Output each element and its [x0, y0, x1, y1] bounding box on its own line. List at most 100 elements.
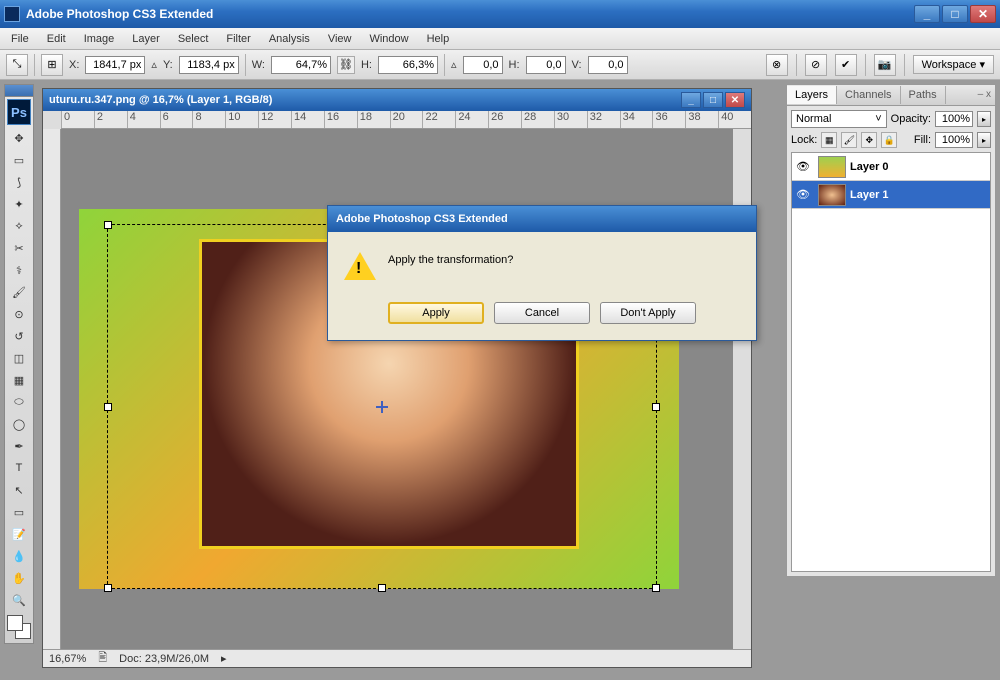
- menu-filter[interactable]: Filter: [217, 30, 259, 48]
- crop-tool[interactable]: ⟡: [5, 215, 33, 237]
- transform-tool-icon[interactable]: ⤡: [6, 54, 28, 76]
- tab-paths[interactable]: Paths: [901, 86, 946, 104]
- status-flyout-icon[interactable]: ▸: [221, 652, 227, 665]
- opacity-flyout-icon[interactable]: ▸: [977, 111, 991, 127]
- opacity-input[interactable]: [935, 111, 973, 127]
- fill-input[interactable]: [935, 132, 973, 148]
- horizontal-ruler[interactable]: 0246810121416182022242628303234363840: [61, 111, 751, 129]
- w-input[interactable]: [271, 56, 331, 74]
- panels-dock: Layers Channels Paths – x Normal˅ Opacit…: [786, 84, 996, 577]
- vskew-input[interactable]: [588, 56, 628, 74]
- window-minimize-button[interactable]: _: [914, 5, 940, 23]
- type-tool[interactable]: T: [5, 457, 33, 479]
- color-swatch[interactable]: [7, 615, 31, 639]
- slice-tool[interactable]: ✂: [5, 237, 33, 259]
- healing-tool[interactable]: ⚕: [5, 259, 33, 281]
- layer-name[interactable]: Layer 1: [850, 189, 990, 201]
- lock-transparent-icon[interactable]: ▦: [821, 132, 837, 148]
- transform-handle-ml[interactable]: [104, 403, 112, 411]
- cancel-transform-icon[interactable]: ⊘: [805, 54, 827, 76]
- layer-name[interactable]: Layer 0: [850, 161, 990, 173]
- lock-all-icon[interactable]: 🔒: [881, 132, 897, 148]
- hskew-input[interactable]: [526, 56, 566, 74]
- rotate-input[interactable]: [463, 56, 503, 74]
- brush-tool[interactable]: 🖌: [5, 281, 33, 303]
- menu-help[interactable]: Help: [418, 30, 459, 48]
- eraser-tool[interactable]: ◫: [5, 347, 33, 369]
- aspect-link-icon[interactable]: ⛓: [337, 56, 355, 74]
- lock-move-icon[interactable]: ✥: [861, 132, 877, 148]
- gradient-tool[interactable]: ▦: [5, 369, 33, 391]
- layer-row[interactable]: 👁 Layer 1: [792, 181, 990, 209]
- lock-paint-icon[interactable]: 🖌: [841, 132, 857, 148]
- history-brush-tool[interactable]: ↺: [5, 325, 33, 347]
- dont-apply-button[interactable]: Don't Apply: [600, 302, 696, 324]
- menu-select[interactable]: Select: [169, 30, 218, 48]
- separator: [34, 54, 35, 76]
- layer-thumbnail[interactable]: [818, 156, 846, 178]
- y-input[interactable]: [179, 56, 239, 74]
- panel-close-icon[interactable]: – x: [978, 89, 991, 100]
- tab-channels[interactable]: Channels: [837, 86, 900, 104]
- shape-tool[interactable]: ▭: [5, 501, 33, 523]
- doc-minimize-button[interactable]: _: [681, 92, 701, 108]
- fill-flyout-icon[interactable]: ▸: [977, 132, 991, 148]
- separator: [865, 54, 866, 76]
- move-tool[interactable]: ✥: [5, 127, 33, 149]
- window-close-button[interactable]: ✕: [970, 5, 996, 23]
- w-label: W:: [252, 59, 265, 71]
- menu-image[interactable]: Image: [75, 30, 124, 48]
- x-input[interactable]: [85, 56, 145, 74]
- reference-point-icon[interactable]: ⊞: [41, 54, 63, 76]
- hand-tool[interactable]: ✋: [5, 567, 33, 589]
- pen-tool[interactable]: ✒: [5, 435, 33, 457]
- doc-maximize-button[interactable]: □: [703, 92, 723, 108]
- visibility-icon[interactable]: 👁: [792, 188, 814, 201]
- workspace-button[interactable]: Workspace ▾: [913, 55, 994, 74]
- layer-row[interactable]: 👁 Layer 0: [792, 153, 990, 181]
- status-info-icon[interactable]: 🖹: [98, 649, 107, 668]
- transform-handle-bl[interactable]: [104, 584, 112, 592]
- menu-view[interactable]: View: [319, 30, 361, 48]
- dodge-tool[interactable]: ◯: [5, 413, 33, 435]
- lasso-tool[interactable]: ⟆: [5, 171, 33, 193]
- h-input[interactable]: [378, 56, 438, 74]
- wand-tool[interactable]: ✦: [5, 193, 33, 215]
- document-titlebar[interactable]: uturu.ru.347.png @ 16,7% (Layer 1, RGB/8…: [43, 89, 751, 111]
- toolbox-handle[interactable]: [5, 85, 33, 97]
- tab-layers[interactable]: Layers: [787, 86, 837, 104]
- menubar: File Edit Image Layer Select Filter Anal…: [0, 28, 1000, 50]
- cancel-button[interactable]: Cancel: [494, 302, 590, 324]
- stamp-tool[interactable]: ⊙: [5, 303, 33, 325]
- menu-edit[interactable]: Edit: [38, 30, 75, 48]
- transform-handle-mr[interactable]: [652, 403, 660, 411]
- apply-button[interactable]: Apply: [388, 302, 484, 324]
- blend-mode-select[interactable]: Normal˅: [791, 110, 887, 128]
- status-zoom[interactable]: 16,67%: [49, 653, 86, 665]
- menu-analysis[interactable]: Analysis: [260, 30, 319, 48]
- doc-close-button[interactable]: ✕: [725, 92, 745, 108]
- menu-file[interactable]: File: [2, 30, 38, 48]
- zoom-tool[interactable]: 🔍: [5, 589, 33, 611]
- path-select-tool[interactable]: ↖: [5, 479, 33, 501]
- transform-center-point[interactable]: [376, 401, 384, 409]
- eyedropper-tool[interactable]: 💧: [5, 545, 33, 567]
- visibility-icon[interactable]: 👁: [792, 160, 814, 173]
- menu-layer[interactable]: Layer: [123, 30, 169, 48]
- bridge-icon[interactable]: 📷: [874, 54, 896, 76]
- commit-transform-icon[interactable]: ✔: [835, 54, 857, 76]
- warp-mode-icon[interactable]: ⊗: [766, 54, 788, 76]
- transform-handle-br[interactable]: [652, 584, 660, 592]
- document-window: uturu.ru.347.png @ 16,7% (Layer 1, RGB/8…: [42, 88, 752, 668]
- marquee-tool[interactable]: ▭: [5, 149, 33, 171]
- layer-thumbnail[interactable]: [818, 184, 846, 206]
- window-maximize-button[interactable]: □: [942, 5, 968, 23]
- transform-handle-tl[interactable]: [104, 221, 112, 229]
- menu-window[interactable]: Window: [360, 30, 417, 48]
- dialog-titlebar[interactable]: Adobe Photoshop CS3 Extended: [328, 206, 756, 232]
- vertical-ruler[interactable]: [43, 129, 61, 649]
- blur-tool[interactable]: ⬭: [5, 391, 33, 413]
- notes-tool[interactable]: 📝: [5, 523, 33, 545]
- foreground-color[interactable]: [7, 615, 23, 631]
- transform-handle-bm[interactable]: [378, 584, 386, 592]
